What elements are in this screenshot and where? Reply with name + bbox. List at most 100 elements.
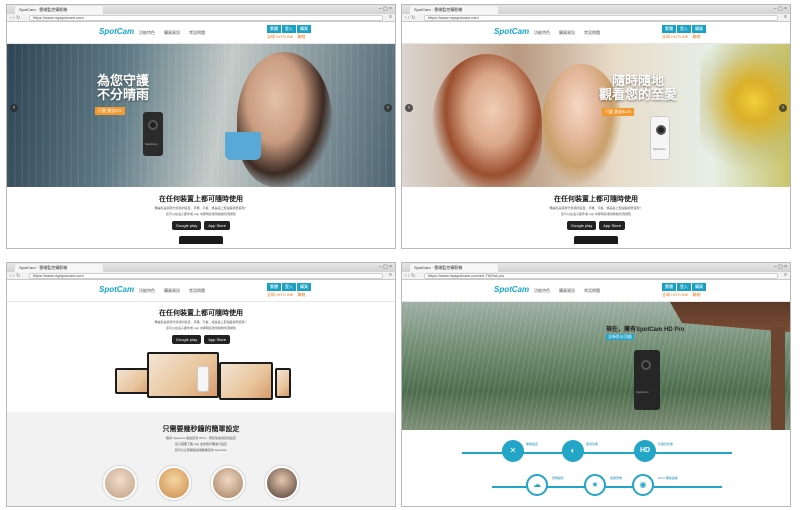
arrow-left-icon[interactable]: ‹ xyxy=(405,104,413,112)
nav-buy[interactable]: 購買資訊 xyxy=(164,30,180,36)
section-desc: 無論您是使用什麼樣的裝置，手機、平板、或是桌上型電腦皆能使用！ xyxy=(549,206,643,210)
nav-faq[interactable]: 常見問題 xyxy=(189,30,205,36)
login-button[interactable]: 登入 xyxy=(282,283,296,291)
feature-label-4: 雲端錄影 xyxy=(552,476,565,480)
setup-desc-1: 購買 SpotCam 後連接到 Wi-Fi，輕鬆快速地完成設定 xyxy=(165,436,236,440)
nav-buttons-icon[interactable]: ‹ › ↻ xyxy=(405,15,415,21)
login-button[interactable]: 登入 xyxy=(282,25,296,33)
nav-faq[interactable]: 常見問題 xyxy=(584,288,600,294)
buy-button[interactable]: 購買 xyxy=(692,25,706,33)
window-controls[interactable]: – ▢ × xyxy=(774,264,787,270)
logo[interactable]: SpotCam xyxy=(99,285,134,294)
browser-tab[interactable]: SpotCam · 雲端監控攝影機 xyxy=(15,6,103,14)
browser-tab[interactable]: SpotCam · 雲端監控攝影機 xyxy=(410,6,498,14)
camera-image: SpotCam xyxy=(650,116,670,160)
nav-features[interactable]: 功能特色 xyxy=(139,288,155,294)
nav-buy[interactable]: 購買資訊 xyxy=(559,288,575,294)
feature-label-5: 免費雲端 xyxy=(610,476,623,480)
window-controls[interactable]: – ▢ × xyxy=(774,6,787,12)
section-desc-2: 您可以在電子郵件或 App 中即時接收到移動偵測通知 xyxy=(165,212,236,216)
nav-buttons-icon[interactable]: ‹ › ↻ xyxy=(10,273,20,279)
devices-section: 在任何裝置上都可隨時使用 無論您是使用什麼樣的裝置，手機、平板、或是桌上型電腦皆… xyxy=(7,302,395,412)
contact-link[interactable]: 聯絡 xyxy=(692,34,700,40)
site-header: SpotCam 功能特色 購買資訊 常見問題 繁體 登入 購買 全球 HOTLI… xyxy=(402,22,790,44)
mother-image xyxy=(432,54,542,187)
hero-banner: 現在，擁有SpotCam HD Pro 全新防水功能 SpotCam xyxy=(402,302,790,430)
window-controls[interactable]: – ▢ × xyxy=(379,6,392,12)
nav-buttons-icon[interactable]: ‹ › ↻ xyxy=(10,15,20,21)
nav-buttons-icon[interactable]: ‹ › ↻ xyxy=(405,273,415,279)
arrow-right-icon[interactable]: › xyxy=(384,104,392,112)
hamburger-icon[interactable]: ≡ xyxy=(784,14,787,20)
hotline-link[interactable]: 全球 HOTLINE xyxy=(662,292,688,298)
login-button[interactable]: 登入 xyxy=(677,25,691,33)
app-store-button[interactable]: App Store xyxy=(599,221,626,230)
price-badge[interactable]: 只要 美金$79 xyxy=(95,107,125,115)
hotline-link[interactable]: 全球 HOTLINE xyxy=(267,34,293,40)
google-play-button[interactable]: Google play xyxy=(566,221,597,230)
logo[interactable]: SpotCam xyxy=(494,285,529,294)
buy-button[interactable]: 購買 xyxy=(692,283,706,291)
contact-link[interactable]: 聯絡 xyxy=(297,34,305,40)
google-play-button[interactable]: Google play xyxy=(171,335,202,344)
buy-button[interactable]: 購買 xyxy=(297,25,311,33)
step-image-4 xyxy=(265,466,299,500)
language-button[interactable]: 繁體 xyxy=(267,283,281,291)
login-button[interactable]: 登入 xyxy=(677,283,691,291)
app-store-button[interactable]: App Store xyxy=(204,221,231,230)
language-button[interactable]: 繁體 xyxy=(662,283,676,291)
nav-buy[interactable]: 購買資訊 xyxy=(164,288,180,294)
feature-label-1: 無線設定 xyxy=(526,442,539,446)
hero-banner: 隨時隨地 觀看您的至愛 只要 美金$149 SpotCam ‹ › xyxy=(402,44,790,187)
nav-faq[interactable]: 常見問題 xyxy=(189,288,205,294)
app-store-button[interactable]: App Store xyxy=(204,335,231,344)
cloud-icon: ☁ xyxy=(526,474,548,496)
hotline-link[interactable]: 全球 HOTLINE xyxy=(662,34,688,40)
nav-features[interactable]: 功能特色 xyxy=(534,288,550,294)
feature-label-3: 高畫質影像 xyxy=(658,442,674,446)
language-button[interactable]: 繁體 xyxy=(267,25,281,33)
url-input[interactable]: https://www.myspotcam.com xyxy=(29,273,383,279)
setup-desc-3: 就可以立即開始遠端觀看您的 SpotCam xyxy=(174,448,228,452)
setup-desc-2: 您只需要下載 App 並依照步驟進行設定 xyxy=(174,442,227,446)
feature-label-2: 夜視功能 xyxy=(586,442,599,446)
language-button[interactable]: 繁體 xyxy=(662,25,676,33)
price-badge[interactable]: 只要 美金$149 xyxy=(602,108,635,116)
hamburger-icon[interactable]: ≡ xyxy=(389,14,392,20)
logo[interactable]: SpotCam xyxy=(99,27,134,36)
browser-tab[interactable]: SpotCam · 雲端監控攝影機 xyxy=(15,264,103,272)
arrow-right-icon[interactable]: › xyxy=(779,104,787,112)
nav-faq[interactable]: 常見問題 xyxy=(584,30,600,36)
features-section: ✕ 無線設定 ◐ 夜視功能 HD 高畫質影像 ☁ 雲端錄影 ★ 免費雲端 ◉ W… xyxy=(402,430,790,506)
top-buttons: 繁體 登入 購買 xyxy=(267,283,311,291)
buy-button[interactable]: 購買 xyxy=(297,283,311,291)
browser-tab[interactable]: SpotCam · 雲端監控攝影機 xyxy=(410,264,498,272)
nav-features[interactable]: 功能特色 xyxy=(534,30,550,36)
devices-section: 在任何裝置上都可隨時使用 無論您是使用什麼樣的裝置，手機、平板、或是桌上型電腦皆… xyxy=(402,187,790,244)
url-input[interactable]: https://www.myspotcam.com xyxy=(29,15,383,21)
steps-row xyxy=(7,466,395,500)
lens-icon xyxy=(148,120,158,130)
logo[interactable]: SpotCam xyxy=(494,27,529,36)
hotline-link[interactable]: 全球 HOTLINE xyxy=(267,292,293,298)
main-nav: 功能特色 購買資訊 常見問題 xyxy=(534,30,600,36)
hamburger-icon[interactable]: ≡ xyxy=(389,272,392,278)
step-image-2 xyxy=(157,466,191,500)
woman-image xyxy=(237,52,332,187)
contact-link[interactable]: 聯絡 xyxy=(692,292,700,298)
arrow-left-icon[interactable]: ‹ xyxy=(10,104,18,112)
url-input[interactable]: https://www.myspotcam.com xyxy=(424,15,778,21)
nav-buy[interactable]: 購買資訊 xyxy=(559,30,575,36)
tab-bar: SpotCam · 雲端監控攝影機 – ▢ × xyxy=(402,263,790,272)
contact-link[interactable]: 聯絡 xyxy=(297,292,305,298)
section-heading: 在任何裝置上都可隨時使用 xyxy=(159,310,243,317)
url-input[interactable]: https://www.myspotcam.com/zh-TW/hd-pro xyxy=(424,273,778,279)
section-desc: 無論您是使用什麼樣的裝置，手機、平板、或是桌上型電腦皆能使用！ xyxy=(154,320,248,324)
hamburger-icon[interactable]: ≡ xyxy=(784,272,787,278)
site-header: SpotCam 功能特色 購買資訊 常見問題 繁體 登入 購買 全球 HOTLI… xyxy=(7,280,395,302)
google-play-button[interactable]: Google play xyxy=(171,221,202,230)
nav-features[interactable]: 功能特色 xyxy=(139,30,155,36)
window-controls[interactable]: – ▢ × xyxy=(379,264,392,270)
top-buttons: 繁體 登入 購買 xyxy=(267,25,311,33)
hero-subtitle: 全新防水功能 xyxy=(606,334,634,340)
